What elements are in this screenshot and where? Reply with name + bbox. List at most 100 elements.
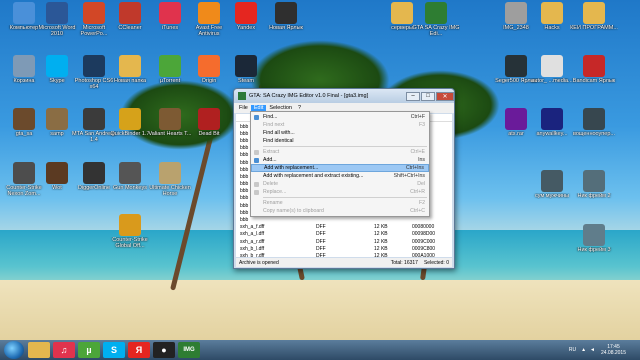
desktop-shortcut[interactable]: autor_ ...media... [528, 55, 576, 84]
desktop-shortcut-label: вощеннооупер... [572, 131, 615, 137]
app-icon [505, 55, 527, 77]
window-title: GTA: SA Crazy IMG Editor v1.0 Final - [g… [249, 93, 369, 99]
yandex-icon[interactable]: Я [128, 342, 150, 358]
status-selected: Selected: 0 [423, 259, 449, 266]
window-titlebar[interactable]: GTA: SA Crazy IMG Editor v1.0 Final - [g… [234, 89, 454, 103]
menu-item[interactable]: Find identical [251, 137, 429, 145]
steam-icon [235, 55, 257, 77]
table-row[interactable]: sxh_b_r.dff DFF 12 KB 000A1000 [236, 252, 452, 257]
maximize-button[interactable]: □ [421, 91, 435, 101]
desktop-shortcut[interactable]: Новая Ярлык [262, 2, 310, 31]
desktop-shortcut-label: Dead Bit [198, 131, 220, 137]
desktop-shortcut-label: сум мужчины [535, 193, 569, 199]
menu-item[interactable]: Add... Ins [251, 156, 429, 164]
image-file-icon [541, 108, 563, 130]
desktop-shortcut[interactable]: Ultimate Chicken Horse [146, 162, 194, 197]
desktop-shortcut[interactable]: вощеннооупер... [570, 108, 618, 137]
explorer-icon[interactable] [28, 342, 50, 358]
app-icon [238, 92, 246, 100]
gta-sa-icon [13, 108, 35, 130]
edit-dropdown-menu: Find... Ctrl+F Find next F3 Find all with...… [250, 111, 430, 217]
desktop-shortcut[interactable]: Counter-Strike Global Off... [106, 214, 154, 249]
desktop-shortcut[interactable]: КЕЙ ПРОГРАММ... [570, 2, 618, 31]
cell-size: 12 KB [374, 224, 388, 231]
image-file-icon [583, 170, 605, 192]
status-bar: Archive is opened Total: 16317 Selected:… [236, 258, 452, 267]
desktop-shortcut[interactable]: Hacks [528, 2, 576, 31]
menu-item-label: Rename [263, 200, 283, 206]
menu-item-shortcut: Ctrl+C [410, 208, 425, 214]
desktop-shortcut[interactable]: сум мужчины [528, 170, 576, 199]
powerpoint-icon [83, 2, 105, 24]
skype-icon[interactable]: S [103, 342, 125, 358]
samp-icon [46, 108, 68, 130]
start-button[interactable] [4, 341, 24, 359]
language-indicator[interactable]: RU [569, 347, 576, 353]
desktop-shortcut[interactable]: Dead Bit [185, 108, 233, 137]
gun-monkeys-icon [119, 162, 141, 184]
volume-icon[interactable]: ◄ [590, 347, 595, 353]
desktop-shortcut-label: Hacks [544, 25, 560, 31]
menu-item[interactable]: Find all with... [251, 129, 429, 137]
menu-item: Replace... Ctrl+R [251, 188, 429, 196]
table-row[interactable]: sxh_a_r.dff DFF 12 KB 0009C000 [236, 238, 452, 245]
close-button[interactable]: ✕ [436, 91, 454, 101]
utorrent-icon[interactable]: µ [78, 342, 100, 358]
table-row[interactable]: sxh_a_f.dff DFF 12 KB 00080000 [236, 224, 452, 231]
folder-icon [119, 55, 141, 77]
taskbar: ♫ µ S Я ● IMG RU ▲ ◄ 17:45 24.08.2015 [0, 340, 640, 360]
cell-offset: 0009C800 [412, 245, 436, 252]
img-editor-icon[interactable]: IMG [178, 342, 200, 358]
cell-name: sxh_a_f.dff [240, 224, 265, 231]
cell-type: DFF [316, 245, 326, 252]
menu-item[interactable]: Add with replacement... Ctrl+Ins [251, 164, 429, 172]
desktop-shortcut[interactable]: Bandicam Ярлык [570, 55, 618, 84]
image-file-icon [541, 170, 563, 192]
menu-item[interactable]: Find... Ctrl+F [251, 113, 429, 121]
desktop-shortcut-label: GTA SA Crazy IMG Edi... [412, 25, 460, 37]
cs-nexon-icon [13, 162, 35, 184]
extract-icon [254, 149, 259, 155]
find-icon [254, 114, 259, 120]
cell-offset: 000A1000 [412, 252, 435, 257]
ccleaner-icon [119, 2, 141, 24]
yandex-icon [235, 2, 257, 24]
cell-name: sxh_b_r.dff [240, 252, 265, 257]
desktop-shortcut-label: Ник фрейм 3 [577, 247, 611, 253]
add-icon [254, 157, 259, 163]
clock[interactable]: 17:45 24.08.2015 [601, 344, 626, 356]
mta-icon [83, 108, 105, 130]
network-icon[interactable]: ▲ [581, 347, 586, 353]
chicken-horse-icon [159, 162, 181, 184]
menu-item[interactable]: Add with replacement and extract existin… [251, 172, 429, 180]
computer-icon [13, 2, 35, 24]
table-row[interactable]: sxh_a_l.dff DFF 12 KB 00098D00 [236, 231, 452, 238]
menu-item-label: Add... [263, 157, 277, 163]
csgo-icon [119, 214, 141, 236]
cell-name: sxh_a_r.dff [240, 238, 265, 245]
desktop-shortcut-label: Steam [238, 78, 254, 84]
menu-item: Delete Del [251, 180, 429, 188]
menu-item-shortcut: F3 [418, 122, 425, 128]
status-total: Total: 16317 [390, 259, 418, 266]
desktop-shortcut[interactable]: Ник фрейм 3 [570, 224, 618, 253]
menu-item: Extract Ctrl+E [251, 148, 429, 156]
avast-icon [198, 2, 220, 24]
menu-item-label: Extract [263, 149, 280, 155]
desktop-shortcut[interactable]: Ник фрейм 2 [570, 170, 618, 199]
bandicam-icon[interactable]: ● [153, 342, 175, 358]
menu-file[interactable]: File [236, 105, 251, 111]
desktop-shortcut[interactable]: anywallkey... [528, 108, 576, 137]
valiant-hearts-icon [159, 108, 181, 130]
cell-name: bbb [240, 217, 249, 224]
cell-offset: 00098D00 [412, 231, 436, 238]
table-row[interactable]: bbb [236, 216, 452, 223]
itunes-icon[interactable]: ♫ [53, 342, 75, 358]
minimize-button[interactable]: – [406, 91, 420, 101]
digger-icon [83, 162, 105, 184]
desktop-shortcut[interactable]: GTA SA Crazy IMG Edi... [412, 2, 460, 37]
desktop-shortcut[interactable]: Steam [222, 55, 270, 84]
menu-item-label: Replace... [263, 189, 287, 195]
mp3-icon [541, 55, 563, 77]
table-row[interactable]: sxh_b_l.dff DFF 12 KB 0009C800 [236, 245, 452, 252]
